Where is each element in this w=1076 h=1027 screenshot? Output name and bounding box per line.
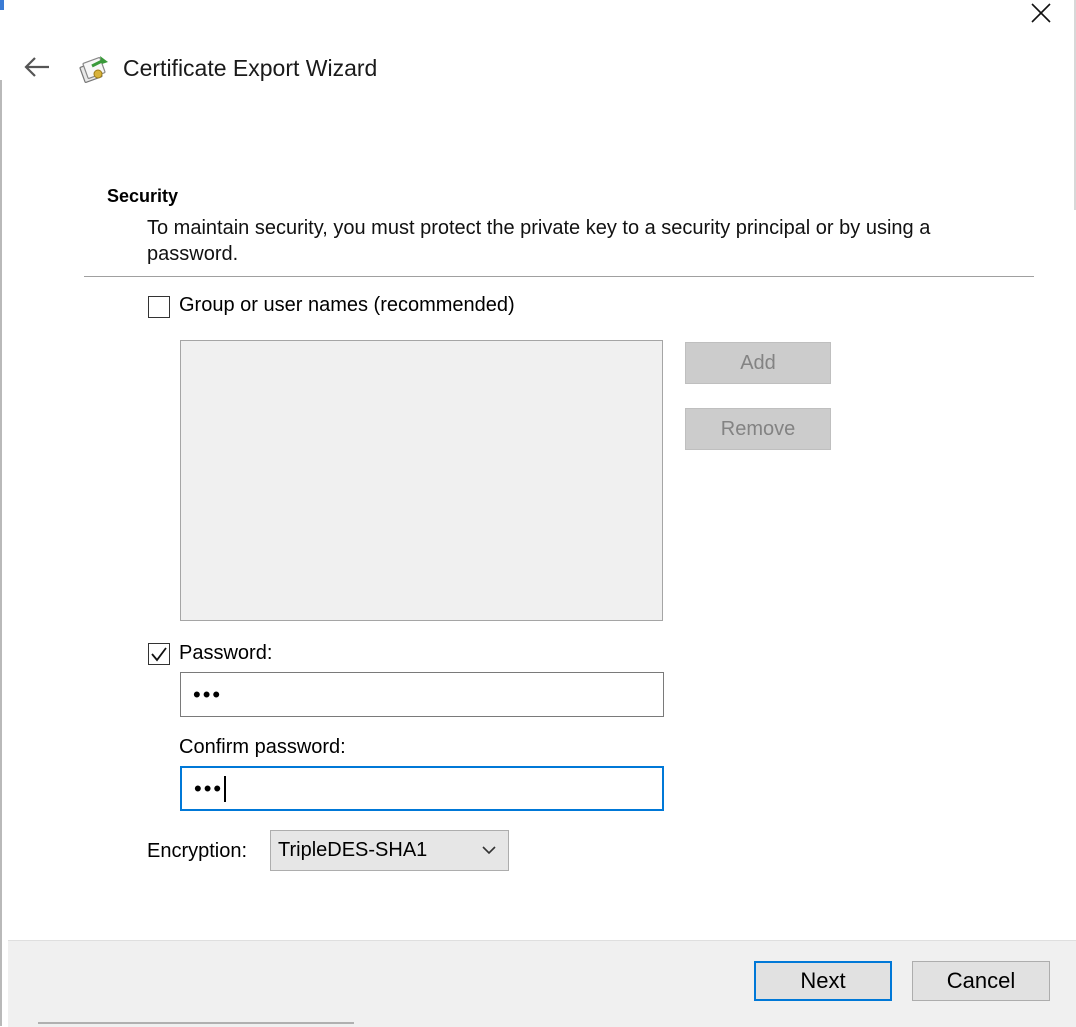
section-heading: Security bbox=[107, 186, 179, 206]
close-button[interactable] bbox=[1024, 0, 1058, 26]
next-button[interactable]: Next bbox=[754, 961, 892, 1001]
encryption-select[interactable]: TripleDES-SHA1 bbox=[270, 830, 509, 871]
window-left-border bbox=[0, 80, 2, 1026]
group-user-names-list bbox=[180, 340, 663, 621]
add-button[interactable]: Add bbox=[685, 342, 831, 384]
section-description: To maintain security, you must protect t… bbox=[147, 217, 931, 265]
wizard-title: Certificate Export Wizard bbox=[123, 55, 378, 81]
group-user-names-checkbox[interactable] bbox=[148, 296, 170, 318]
chevron-down-icon bbox=[482, 846, 496, 855]
password-label[interactable]: Password: bbox=[179, 642, 272, 665]
password-field[interactable]: ••• bbox=[180, 672, 664, 717]
password-checkbox[interactable] bbox=[148, 643, 170, 665]
encryption-label: Encryption: bbox=[147, 840, 248, 862]
header-divider bbox=[84, 276, 1034, 277]
confirm-password-label: Confirm password: bbox=[179, 736, 346, 758]
text-caret bbox=[224, 775, 226, 802]
confirm-password-field[interactable]: ••• bbox=[180, 766, 664, 811]
back-arrow-icon bbox=[24, 57, 49, 77]
close-icon bbox=[1031, 3, 1051, 23]
remove-button[interactable]: Remove bbox=[685, 408, 831, 450]
group-user-names-label[interactable]: Group or user names (recommended) bbox=[179, 294, 515, 317]
bottom-edge-line bbox=[38, 1022, 354, 1024]
cancel-button[interactable]: Cancel bbox=[912, 961, 1050, 1001]
window-corner-accent bbox=[0, 0, 4, 10]
confirm-password-value: ••• bbox=[194, 775, 224, 801]
password-value: ••• bbox=[193, 681, 223, 707]
certificate-wizard-icon bbox=[78, 52, 112, 86]
encryption-selected-value: TripleDES-SHA1 bbox=[278, 839, 428, 861]
checkmark-icon bbox=[151, 647, 167, 662]
back-button[interactable] bbox=[20, 50, 54, 84]
